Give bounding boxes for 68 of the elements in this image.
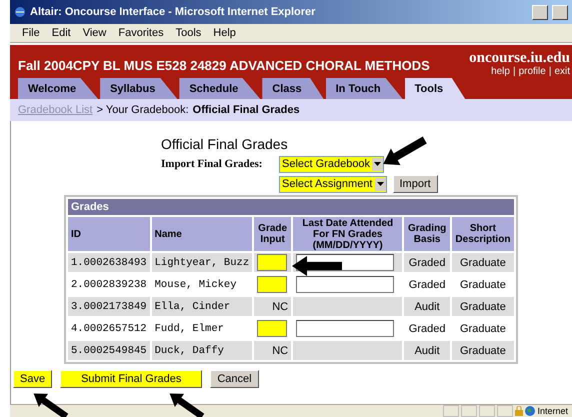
column-header: Short Description: [452, 217, 514, 251]
table-cell: Ella, Cinder: [152, 297, 252, 316]
menu-item[interactable]: View: [82, 27, 106, 39]
status-pane: [497, 405, 514, 417]
grade-input-field[interactable]: [257, 320, 288, 337]
table-cell: NC: [254, 297, 292, 316]
minimize-button[interactable]: [532, 4, 548, 20]
table-cell: 3.0002173849: [68, 297, 150, 316]
date-input-field[interactable]: [296, 276, 394, 293]
table-cell: 1.0002638493: [68, 253, 150, 272]
import-label: Import Final Grades:: [161, 158, 264, 170]
status-pane: [479, 405, 496, 417]
status-pane: [461, 405, 478, 417]
dropdown-caret-icon[interactable]: [372, 158, 384, 170]
nav-tab[interactable]: Schedule: [179, 78, 260, 99]
menu-item[interactable]: Help: [213, 27, 236, 39]
table-cell: Graduate: [452, 253, 514, 272]
column-header: Grade Input: [254, 217, 292, 251]
date-input-field[interactable]: [296, 320, 394, 337]
page-heading: Official Final Grades: [161, 136, 288, 152]
table-cell: Duck, Daffy: [152, 341, 252, 360]
column-header: Name: [152, 217, 252, 251]
link-separator: |: [512, 66, 516, 77]
status-pane: [443, 405, 460, 417]
table-cell: NC: [254, 341, 292, 360]
site-name: oncourse.iu.edu: [469, 50, 570, 66]
breadcrumb-current: Official Final Grades: [192, 104, 300, 116]
window-title: Altair: Oncourse Interface - Microsoft Internet Explorer: [30, 6, 316, 18]
zone-text: Internet: [537, 406, 568, 416]
header-link[interactable]: exit: [554, 66, 570, 77]
form-button[interactable]: Save: [13, 370, 52, 388]
import-button[interactable]: Import: [392, 175, 438, 193]
nav-tab[interactable]: Welcome: [18, 78, 98, 99]
link-separator: |: [548, 66, 552, 77]
table-cell: Lightyear, Buzz: [152, 253, 252, 272]
grade-input-field[interactable]: [257, 254, 288, 271]
column-header: Last Date Attended For FN Grades (MM/DD/YYYY): [293, 217, 402, 251]
form-button[interactable]: Cancel: [210, 370, 259, 388]
table-cell: 5.0002549845: [68, 341, 150, 360]
table-cell: Audit: [404, 297, 450, 316]
table-cell: Graded: [404, 253, 450, 272]
form-button[interactable]: Submit Final Grades: [60, 370, 202, 388]
gradebook-select[interactable]: Select Gradebook: [279, 156, 384, 172]
globe-icon: [525, 406, 536, 416]
nav-tab[interactable]: Class: [262, 78, 324, 99]
header-link[interactable]: help: [491, 66, 510, 77]
maximize-button[interactable]: [552, 4, 568, 20]
table-cell: Graduate: [452, 297, 514, 316]
column-header: Grading Basis: [404, 217, 450, 251]
lock-icon: [515, 406, 524, 416]
column-header: ID: [68, 217, 150, 251]
dropdown-caret-icon[interactable]: [374, 178, 386, 190]
table-cell: Audit: [404, 341, 450, 360]
assignment-select[interactable]: Select Assignment: [279, 176, 386, 192]
menu-item[interactable]: Tools: [176, 27, 202, 39]
breadcrumb-text: > Your Gradebook:: [96, 104, 189, 116]
nav-tab[interactable]: In Touch: [326, 78, 403, 99]
nav-tab[interactable]: Tools: [404, 78, 466, 99]
table-title: Grades: [68, 199, 514, 215]
menu-item[interactable]: Edit: [52, 27, 71, 39]
header-link[interactable]: profile: [518, 66, 546, 77]
table-cell: Graduate: [452, 341, 514, 360]
menu-item[interactable]: Favorites: [118, 27, 164, 39]
course-title: Fall 2004CPY BL MUS E528 24829 ADVANCED CHORAL METHODS: [18, 58, 430, 73]
nav-tab[interactable]: Syllabus: [100, 78, 178, 99]
browser-icon: [14, 6, 26, 18]
grade-input-field[interactable]: [257, 276, 288, 293]
menu-item[interactable]: File: [22, 27, 40, 39]
